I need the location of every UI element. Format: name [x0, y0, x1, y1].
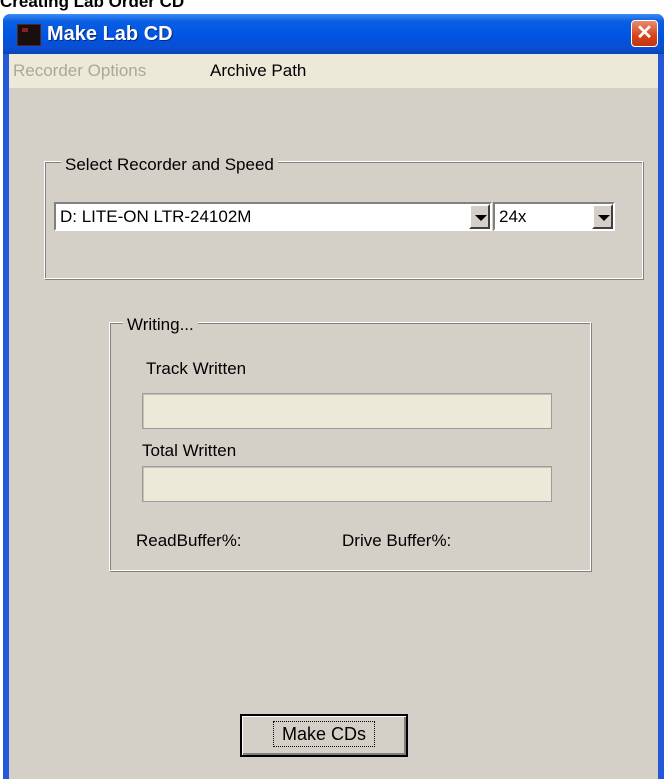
- window-title: Make Lab CD: [47, 23, 173, 45]
- make-cds-label: Make CDs: [272, 721, 376, 747]
- window-client-area: Recorder Options Archive Path Select Rec…: [9, 54, 658, 779]
- track-written-progress: [142, 393, 552, 429]
- menu-bar: Recorder Options Archive Path: [9, 54, 658, 88]
- title-bar[interactable]: Make Lab CD ✕: [3, 14, 664, 54]
- recorder-select-value: D: LITE-ON LTR-24102M: [60, 207, 252, 226]
- make-lab-cd-window: Make Lab CD ✕ Recorder Options Archive P…: [3, 14, 664, 779]
- make-cds-button[interactable]: Make CDs: [240, 714, 408, 757]
- drive-buffer-label: Drive Buffer%:: [342, 531, 452, 550]
- chevron-down-icon[interactable]: [469, 204, 490, 229]
- menu-archive-path[interactable]: Archive Path: [210, 60, 306, 82]
- recorder-group-legend: Select Recorder and Speed: [61, 154, 278, 176]
- writing-group-legend: Writing...: [123, 314, 198, 336]
- speed-select[interactable]: 24x: [493, 202, 615, 231]
- document-heading: Creating Lab Order CD: [0, 0, 185, 11]
- track-written-label: Track Written: [146, 359, 247, 378]
- recorder-select[interactable]: D: LITE-ON LTR-24102M: [54, 202, 492, 231]
- chevron-down-icon[interactable]: [592, 204, 613, 229]
- read-buffer-label: ReadBuffer%:: [136, 531, 242, 550]
- app-icon: [17, 24, 41, 46]
- menu-recorder-options: Recorder Options: [13, 61, 147, 80]
- total-written-progress: [142, 466, 552, 502]
- close-button[interactable]: ✕: [631, 20, 658, 47]
- total-written-label: Total Written: [142, 441, 237, 460]
- speed-select-value: 24x: [499, 207, 527, 226]
